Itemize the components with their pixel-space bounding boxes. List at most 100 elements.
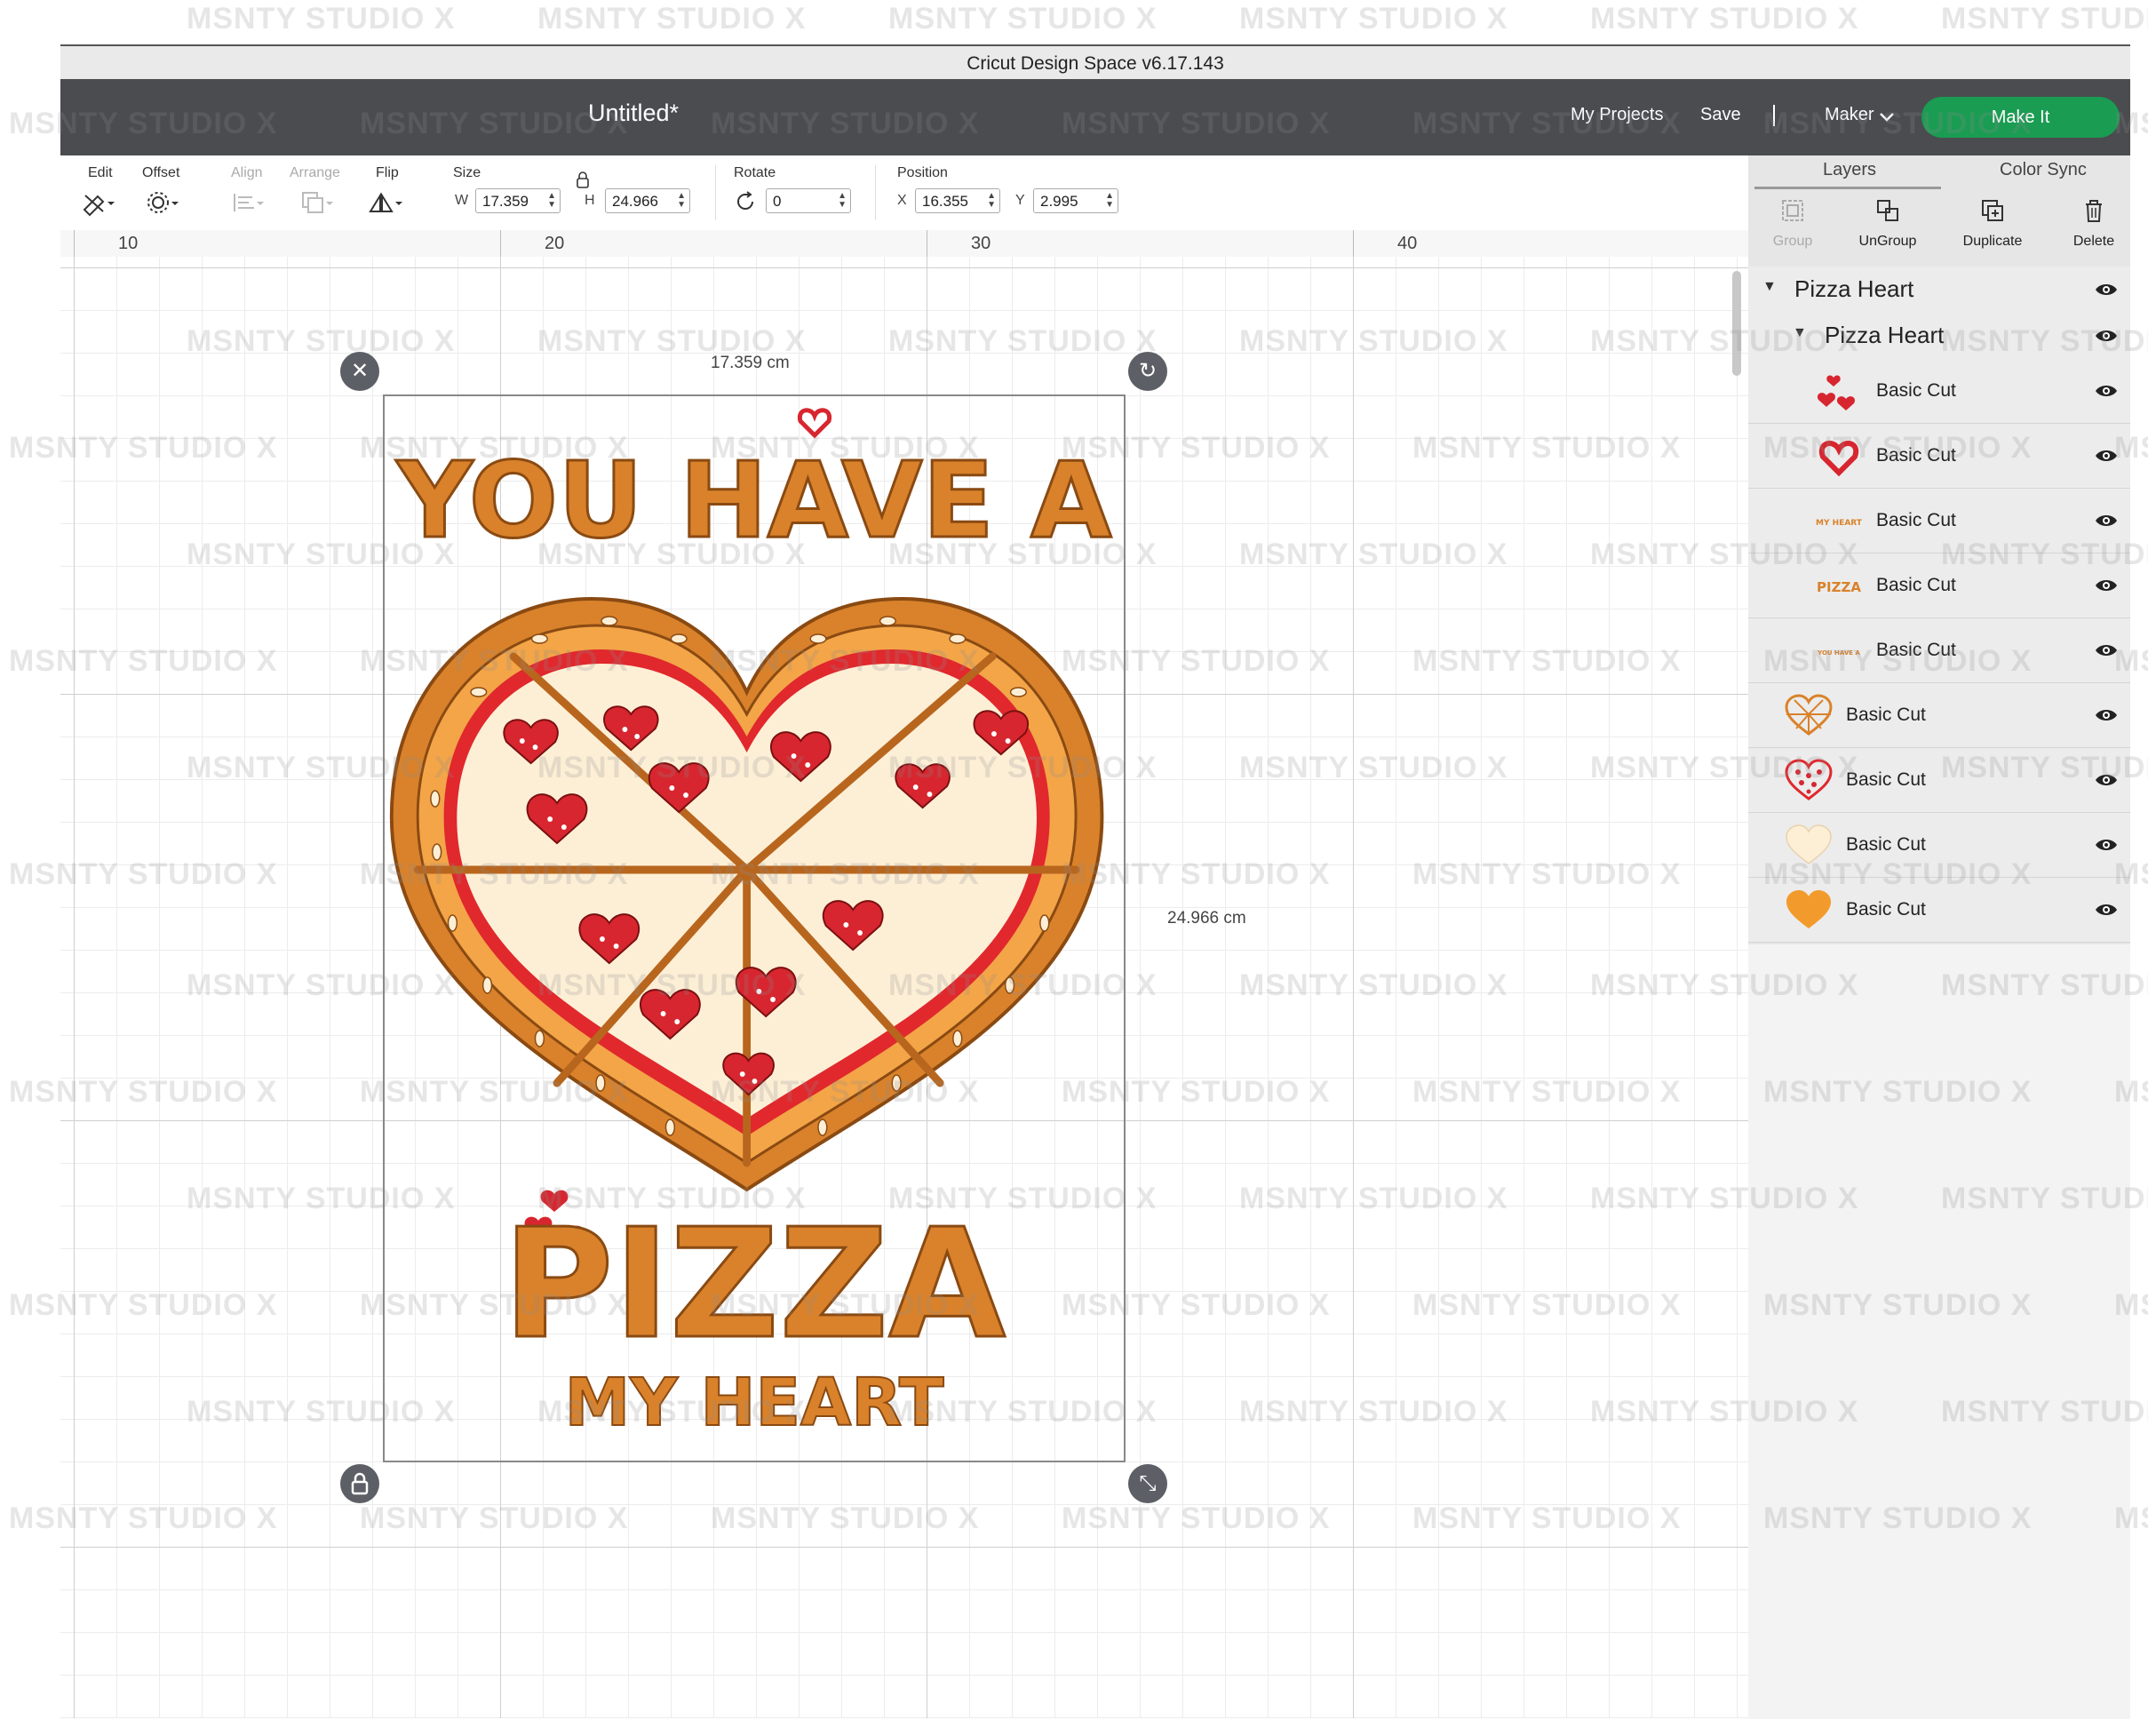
horizontal-ruler <box>60 230 1748 258</box>
save-link[interactable]: Save <box>1700 105 1741 125</box>
layer-name: Basic Cut <box>1846 834 1926 855</box>
pizza-slices-icon <box>1785 694 1833 736</box>
vertical-scrollbar[interactable] <box>1732 271 1741 376</box>
resize-handle-icon[interactable]: ⤡ <box>1128 1464 1167 1503</box>
eye-icon[interactable] <box>2095 328 2118 344</box>
size-label: Size <box>453 165 481 180</box>
layer-group-name: Pizza Heart <box>1794 275 1914 302</box>
x-value: 16.355 <box>922 193 968 210</box>
layer-row[interactable]: Basic Cut <box>1748 359 2130 424</box>
svg-text:YOU HAVE A: YOU HAVE A <box>1817 649 1860 657</box>
caret-down-icon[interactable]: ▼ <box>1793 325 1807 341</box>
layer-row[interactable]: Basic Cut <box>1748 813 2130 878</box>
stepper-icon[interactable]: ▲ ▼ <box>987 192 996 210</box>
stepper-icon[interactable]: ▲ ▼ <box>1105 192 1114 210</box>
ruler-number: 40 <box>1397 234 1418 253</box>
stepper-icon[interactable]: ▲ ▼ <box>677 192 686 210</box>
eye-icon[interactable] <box>2095 707 2118 723</box>
y-input[interactable]: 2.995 ▲ ▼ <box>1033 188 1118 213</box>
layer-row[interactable]: PIZZA Basic Cut <box>1748 553 2130 618</box>
ungroup-button[interactable]: UnGroup <box>1843 197 1932 250</box>
width-value: 17.359 <box>482 193 529 210</box>
selection-box[interactable] <box>383 394 1126 1462</box>
layer-row[interactable]: Basic Cut <box>1748 748 2130 813</box>
ruler-number: 10 <box>118 234 139 253</box>
watermark-text: MSNTY STUDIO X <box>888 2 1158 36</box>
you-have-a-text-icon: YOU HAVE A <box>1817 649 1860 657</box>
arrange-label: Arrange <box>290 165 340 180</box>
height-input[interactable]: 24.966 ▲ ▼ <box>605 188 690 213</box>
eye-icon[interactable] <box>2095 642 2118 658</box>
y-value: 2.995 <box>1040 193 1078 210</box>
eye-icon[interactable] <box>2095 837 2118 853</box>
lock-aspect-icon[interactable] <box>576 171 590 188</box>
x-tag: X <box>897 193 907 208</box>
edit-icon[interactable] <box>80 188 115 217</box>
layer-group-row[interactable]: ▼ Pizza Heart <box>1748 267 2130 314</box>
rotate-label: Rotate <box>734 165 776 180</box>
arrange-icon <box>302 192 333 213</box>
ruler-tick <box>74 230 75 257</box>
delete-button[interactable]: Delete <box>2049 197 2138 250</box>
width-input[interactable]: 17.359 ▲ ▼ <box>475 188 561 213</box>
lock-icon[interactable] <box>340 1464 379 1503</box>
chevron-down-icon[interactable] <box>1877 107 1897 126</box>
heart-outline-icon <box>1818 441 1859 477</box>
ruler-tick <box>500 230 501 257</box>
tab-color-sync[interactable]: Color Sync <box>2000 160 2087 180</box>
layer-row[interactable]: Basic Cut <box>1748 424 2130 489</box>
offset-label: Offset <box>142 165 180 180</box>
stepper-icon[interactable]: ▲ ▼ <box>547 192 556 210</box>
layer-name: Basic Cut <box>1846 769 1926 790</box>
layer-row[interactable]: MY HEART Basic Cut <box>1748 489 2130 553</box>
ruler-tick <box>1353 230 1354 257</box>
group-icon <box>1782 200 1803 221</box>
close-icon[interactable]: ✕ <box>340 352 379 391</box>
svg-text:MY HEART: MY HEART <box>1816 519 1863 528</box>
ungroup-icon <box>1877 200 1898 221</box>
eye-icon[interactable] <box>2095 448 2118 464</box>
flip-icon[interactable] <box>368 188 403 217</box>
make-it-button[interactable]: Make It <box>1921 97 2120 138</box>
rotate-icon <box>737 191 753 210</box>
eye-icon[interactable] <box>2095 902 2118 918</box>
eye-icon[interactable] <box>2095 577 2118 593</box>
layer-name: Basic Cut <box>1876 380 1956 401</box>
layer-name: Basic Cut <box>1876 445 1956 466</box>
caret-down-icon[interactable]: ▼ <box>1762 279 1777 295</box>
document-title[interactable]: Untitled* <box>588 100 679 127</box>
app-header <box>60 79 2130 155</box>
layer-row[interactable]: Basic Cut <box>1748 878 2130 943</box>
height-value: 24.966 <box>612 193 658 210</box>
watermark-text: MSNTY STUDIO X <box>537 2 807 36</box>
layer-row[interactable]: Basic Cut <box>1748 683 2130 748</box>
machine-select[interactable]: Maker <box>1825 105 1874 125</box>
eye-icon[interactable] <box>2095 772 2118 788</box>
flip-label: Flip <box>376 165 399 180</box>
watermark-text: MSNTY STUDIO X <box>187 2 456 36</box>
layer-subgroup-row[interactable]: ▼ Pizza Heart <box>1748 313 2130 360</box>
layer-row[interactable]: YOU HAVE A Basic Cut <box>1748 618 2130 683</box>
align-label: Align <box>231 165 263 180</box>
tab-layers[interactable]: Layers <box>1823 160 1876 180</box>
eye-icon[interactable] <box>2095 383 2118 399</box>
layer-name: Basic Cut <box>1846 705 1926 725</box>
layer-name: Basic Cut <box>1846 899 1926 920</box>
my-projects-link[interactable]: My Projects <box>1571 105 1663 125</box>
layer-name: Basic Cut <box>1876 640 1956 660</box>
eye-icon[interactable] <box>2095 282 2118 298</box>
stepper-icon[interactable]: ▲ ▼ <box>838 192 847 210</box>
edit-label: Edit <box>88 165 113 180</box>
ruler-number: 30 <box>971 234 991 253</box>
group-button: Group <box>1748 197 1837 250</box>
rotate-input[interactable]: 0 ▲ ▼ <box>766 188 851 213</box>
rotate-handle-icon[interactable]: ↻ <box>1128 352 1167 391</box>
x-input[interactable]: 16.355 ▲ ▼ <box>915 188 1000 213</box>
layer-name: Basic Cut <box>1876 510 1956 530</box>
watermark-text: MSNTY STUDIO X <box>1590 2 1859 36</box>
window-title-bar: Cricut Design Space v6.17.143 <box>60 44 2130 81</box>
offset-icon[interactable] <box>144 188 179 217</box>
eye-icon[interactable] <box>2095 513 2118 529</box>
duplicate-button[interactable]: Duplicate <box>1948 197 2037 250</box>
duplicate-icon <box>1982 200 2003 221</box>
